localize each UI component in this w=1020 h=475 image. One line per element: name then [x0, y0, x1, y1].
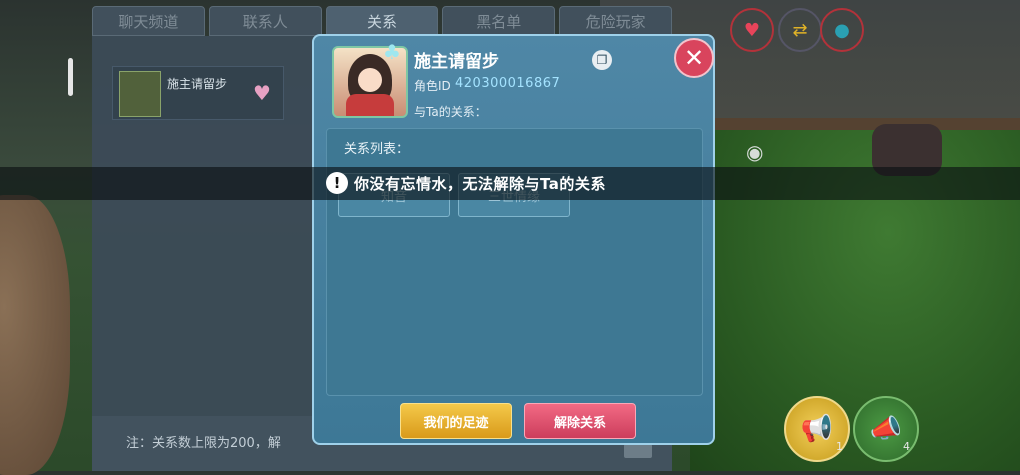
megaphone-count: 4	[903, 440, 910, 453]
swap-icon[interactable]: ⇄	[778, 8, 822, 52]
avatar	[119, 71, 161, 117]
footprints-button[interactable]: 我们的足迹	[400, 403, 512, 439]
toast-message: 你没有忘情水，无法解除与Ta的关系	[354, 175, 606, 193]
relationship-list-label: 关系列表：	[344, 142, 410, 157]
eye-icon[interactable]: ◉	[746, 140, 763, 164]
tab-blacklist[interactable]: 黑名单	[442, 6, 556, 36]
exclamation-icon: !	[326, 172, 348, 194]
copy-icon[interactable]: ❐	[592, 50, 612, 70]
list-item[interactable]: 施主请留步 ♥	[112, 66, 284, 120]
wooden-log	[0, 195, 70, 475]
tab-contacts[interactable]: 联系人	[208, 6, 322, 36]
tab-relationships[interactable]: 关系	[325, 6, 439, 36]
tab-chat[interactable]: 聊天频道	[92, 6, 205, 36]
water-drop-icon[interactable]: ●	[820, 8, 864, 52]
heart-icon: ♥	[253, 81, 271, 105]
tab-danger-players[interactable]: 危险玩家	[559, 6, 672, 36]
player-name: 施主请留步	[414, 52, 499, 72]
close-button[interactable]: ✕	[674, 38, 714, 78]
friend-name: 施主请留步	[167, 77, 228, 91]
role-id-label: 角色ID	[414, 79, 451, 93]
heart-icon[interactable]: ♥	[730, 8, 774, 52]
collapse-button[interactable]	[624, 444, 652, 458]
relationship-note: 注：关系数上限为200，解	[126, 436, 281, 451]
scroll-handle[interactable]	[68, 58, 73, 96]
role-id-value: 420300016867	[455, 76, 561, 91]
remove-relationship-button[interactable]: 解除关系	[524, 403, 636, 439]
megaphone-count: 1	[836, 440, 843, 453]
spirit-pet-icon: ♣	[383, 40, 401, 64]
relationship-label: 与Ta的关系：	[414, 105, 487, 119]
social-tabs: 聊天频道 联系人 关系 黑名单 危险玩家	[92, 6, 672, 36]
